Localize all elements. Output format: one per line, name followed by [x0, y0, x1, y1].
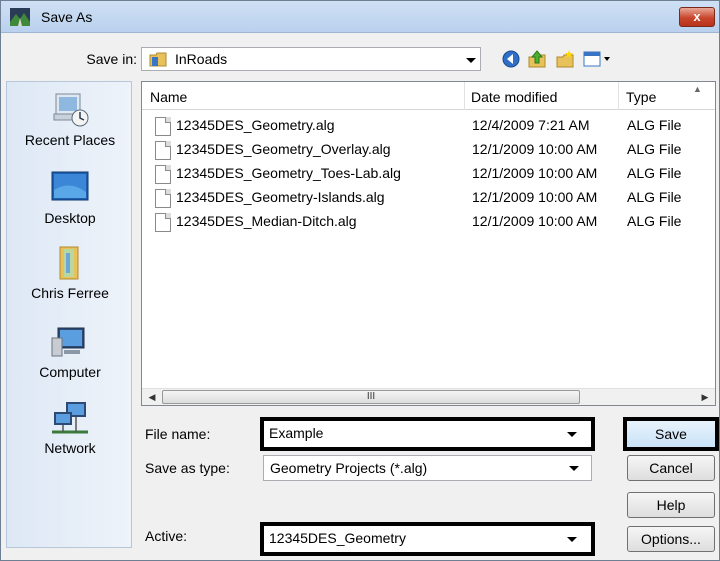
- column-header-name[interactable]: Name: [150, 89, 187, 105]
- save-as-type-value: Geometry Projects (*.alg): [270, 460, 428, 476]
- file-icon: [155, 189, 171, 208]
- file-type: ALG File: [627, 213, 682, 229]
- file-name: 12345DES_Median-Ditch.alg: [176, 213, 357, 229]
- recent-places-icon: [53, 93, 89, 127]
- column-header-type[interactable]: Type: [626, 89, 656, 105]
- file-icon: [155, 141, 171, 160]
- file-icon: [155, 213, 171, 232]
- column-header-date[interactable]: Date modified: [471, 89, 557, 105]
- folder-icon: [149, 52, 167, 67]
- save-as-dialog: Save As x Save in: InRoads Recent Places…: [0, 0, 720, 561]
- options-button[interactable]: Options...: [627, 526, 715, 552]
- file-name: 12345DES_Geometry.alg: [176, 117, 335, 133]
- place-network[interactable]: Network: [7, 400, 133, 456]
- file-name-input[interactable]: Example: [260, 417, 595, 451]
- file-type: ALG File: [627, 189, 682, 205]
- file-name: 12345DES_Geometry_Overlay.alg: [176, 141, 391, 157]
- place-recent-places[interactable]: Recent Places: [7, 92, 133, 148]
- up-folder-icon[interactable]: [527, 49, 547, 69]
- file-list[interactable]: Name Date modified Type ▲ 12345DES_Geome…: [141, 81, 716, 406]
- places-bar: Recent Places Desktop Chris Ferree Compu…: [6, 81, 132, 548]
- file-date: 12/1/2009 10:00 AM: [472, 189, 598, 205]
- save-as-type-label: Save as type:: [145, 460, 230, 476]
- chevron-down-icon: [569, 466, 579, 471]
- place-computer[interactable]: Computer: [7, 324, 133, 380]
- close-button[interactable]: x: [679, 7, 715, 27]
- place-desktop[interactable]: Desktop: [7, 170, 133, 226]
- user-folder-icon: [59, 246, 79, 280]
- save-in-dropdown[interactable]: InRoads: [141, 47, 481, 71]
- file-type: ALG File: [627, 141, 682, 157]
- place-chris-ferree[interactable]: Chris Ferree: [7, 245, 133, 301]
- file-date: 12/4/2009 7:21 AM: [472, 117, 590, 133]
- file-row[interactable]: 12345DES_Geometry_Toes-Lab.alg 12/1/2009…: [142, 162, 715, 186]
- chevron-down-icon: [466, 58, 476, 63]
- scroll-right-icon[interactable]: ▶: [697, 389, 713, 405]
- save-in-label: Save in:: [86, 51, 137, 67]
- file-row[interactable]: 12345DES_Geometry_Overlay.alg 12/1/2009 …: [142, 138, 715, 162]
- file-name-label: File name:: [145, 426, 211, 442]
- column-divider[interactable]: [618, 82, 619, 110]
- save-button[interactable]: Save: [623, 417, 719, 451]
- file-icon: [155, 165, 171, 184]
- desktop-icon: [51, 171, 89, 201]
- chevron-down-icon[interactable]: [567, 432, 577, 437]
- file-date: 12/1/2009 10:00 AM: [472, 141, 598, 157]
- file-row[interactable]: 12345DES_Geometry.alg 12/4/2009 7:21 AM …: [142, 114, 715, 138]
- place-label: Chris Ferree: [31, 285, 109, 301]
- back-icon[interactable]: [501, 49, 521, 69]
- column-header-row: Name Date modified Type ▲: [142, 82, 715, 110]
- title-bar[interactable]: Save As x: [1, 1, 719, 33]
- window-title: Save As: [41, 9, 93, 25]
- place-label: Network: [44, 440, 96, 456]
- file-date: 12/1/2009 10:00 AM: [472, 165, 598, 181]
- scroll-left-icon[interactable]: ◀: [144, 389, 160, 405]
- place-label: Computer: [39, 364, 101, 380]
- file-type: ALG File: [627, 165, 682, 181]
- save-in-value: InRoads: [175, 51, 228, 67]
- sort-up-icon: ▲: [693, 84, 702, 94]
- computer-icon: [51, 327, 85, 357]
- new-folder-icon[interactable]: [555, 49, 575, 69]
- view-menu-icon[interactable]: [583, 49, 613, 69]
- active-value: 12345DES_Geometry: [269, 530, 406, 546]
- active-dropdown[interactable]: 12345DES_Geometry: [260, 522, 595, 556]
- horizontal-scrollbar[interactable]: ◀ III ▶: [142, 388, 715, 405]
- save-as-type-dropdown[interactable]: Geometry Projects (*.alg): [263, 455, 592, 481]
- place-label: Desktop: [44, 210, 96, 226]
- file-name: 12345DES_Geometry_Toes-Lab.alg: [176, 165, 401, 181]
- chevron-down-icon: [567, 537, 577, 542]
- app-icon: [10, 8, 30, 26]
- file-name-value: Example: [269, 425, 324, 441]
- file-row[interactable]: 12345DES_Median-Ditch.alg 12/1/2009 10:0…: [142, 210, 715, 234]
- column-divider[interactable]: [464, 82, 465, 110]
- file-icon: [155, 117, 171, 136]
- network-icon: [52, 402, 88, 434]
- cancel-button[interactable]: Cancel: [627, 455, 715, 481]
- help-button[interactable]: Help: [627, 492, 715, 518]
- scroll-thumb[interactable]: III: [162, 390, 580, 404]
- file-type: ALG File: [627, 117, 682, 133]
- file-row[interactable]: 12345DES_Geometry-Islands.alg 12/1/2009 …: [142, 186, 715, 210]
- file-date: 12/1/2009 10:00 AM: [472, 213, 598, 229]
- place-label: Recent Places: [24, 132, 116, 148]
- active-label: Active:: [145, 528, 188, 544]
- file-name: 12345DES_Geometry-Islands.alg: [176, 189, 385, 205]
